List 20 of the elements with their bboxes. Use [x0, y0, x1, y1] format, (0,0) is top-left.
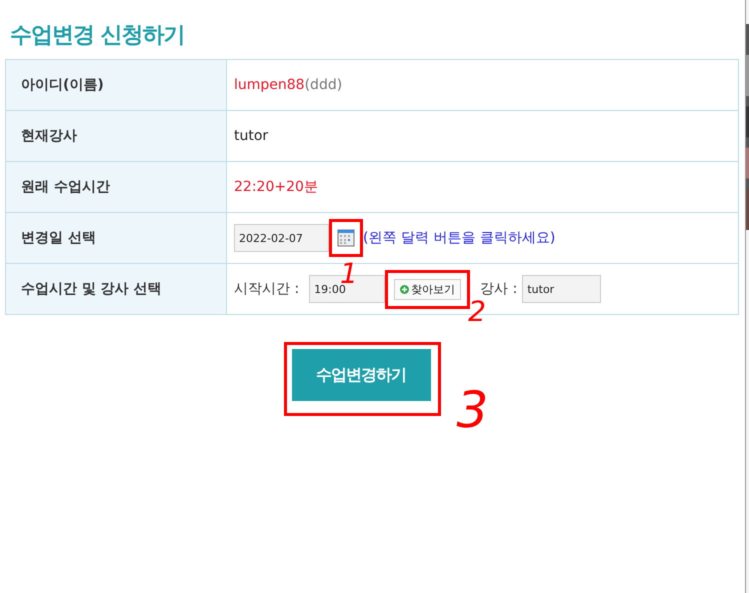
field-label: 강사 :: [480, 280, 518, 298]
field-label: 수업시간 및 강사 선택: [21, 280, 162, 298]
field-label: 원래 수업시간: [21, 178, 110, 196]
search-button[interactable]: 찾아보기: [394, 278, 462, 300]
handwritten-number: 2: [468, 298, 486, 326]
user-name: (ddd): [304, 77, 342, 93]
plus-icon: [400, 284, 410, 294]
page-title: 수업변경 신청하기: [9, 22, 186, 50]
date-field[interactable]: 2022-02-07: [234, 224, 329, 252]
handwritten-number: 3: [456, 385, 488, 435]
calendar-icon[interactable]: [337, 229, 355, 247]
user-id: lumpen88: [234, 77, 305, 93]
field-value: 22:20+20분: [234, 178, 318, 196]
hint-text: (왼쪽 달력 버튼을 클릭하세요): [363, 229, 556, 247]
field-label: 현재강사: [21, 127, 77, 145]
field-label: 아이디(이름): [21, 76, 104, 94]
tutor-field[interactable]: tutor: [522, 275, 602, 303]
field-value: tutor: [234, 128, 268, 144]
field-label: 변경일 선택: [21, 229, 96, 247]
field-label: 시작시간 :: [234, 280, 300, 298]
